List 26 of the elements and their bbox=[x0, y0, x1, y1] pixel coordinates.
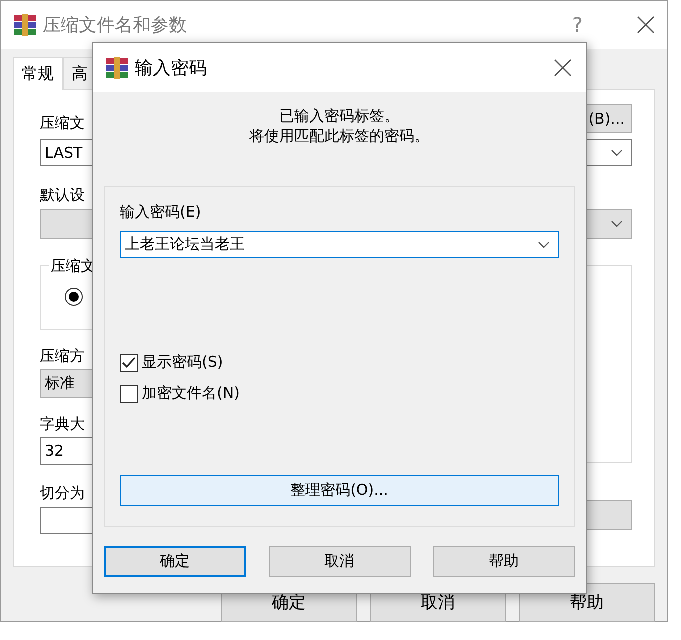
tab[interactable]: 常规 bbox=[13, 57, 63, 90]
checkbox-label[interactable]: 加密文件名(N) bbox=[142, 384, 240, 403]
checkbox[interactable] bbox=[120, 354, 138, 372]
field-label: 字典大 bbox=[40, 415, 85, 434]
checkbox[interactable] bbox=[120, 384, 138, 402]
dialog-button[interactable]: 取消 bbox=[268, 546, 410, 577]
help-button[interactable]: ? bbox=[572, 13, 583, 37]
organize-passwords-button[interactable]: 整理密码(O)... bbox=[120, 475, 559, 506]
message-text: 已输入密码标签。 bbox=[278, 106, 400, 126]
field-label: 切分为 bbox=[40, 484, 85, 503]
field-label: 输入密码(E) bbox=[120, 203, 202, 222]
password-combo[interactable]: 上老王论坛当老王 bbox=[120, 231, 559, 258]
field-label: 默认设 bbox=[40, 186, 85, 205]
close-icon[interactable] bbox=[637, 16, 655, 34]
archive-icon bbox=[13, 14, 37, 36]
dialog-button[interactable]: 确定 bbox=[104, 546, 246, 577]
message-text: 将使用匹配此标签的密码。 bbox=[248, 126, 430, 146]
checkbox-label[interactable]: 显示密码(S) bbox=[142, 353, 224, 372]
field-label: 压缩文 bbox=[40, 114, 85, 133]
close-icon[interactable] bbox=[554, 58, 572, 76]
window-title: 压缩文件名和参数 bbox=[43, 14, 188, 37]
archive-icon bbox=[105, 56, 129, 78]
dialog-title: 输入密码 bbox=[135, 56, 208, 80]
field-label: 压缩方 bbox=[40, 347, 85, 366]
radio-button[interactable] bbox=[65, 288, 83, 306]
dialog-button[interactable]: 帮助 bbox=[433, 546, 575, 577]
